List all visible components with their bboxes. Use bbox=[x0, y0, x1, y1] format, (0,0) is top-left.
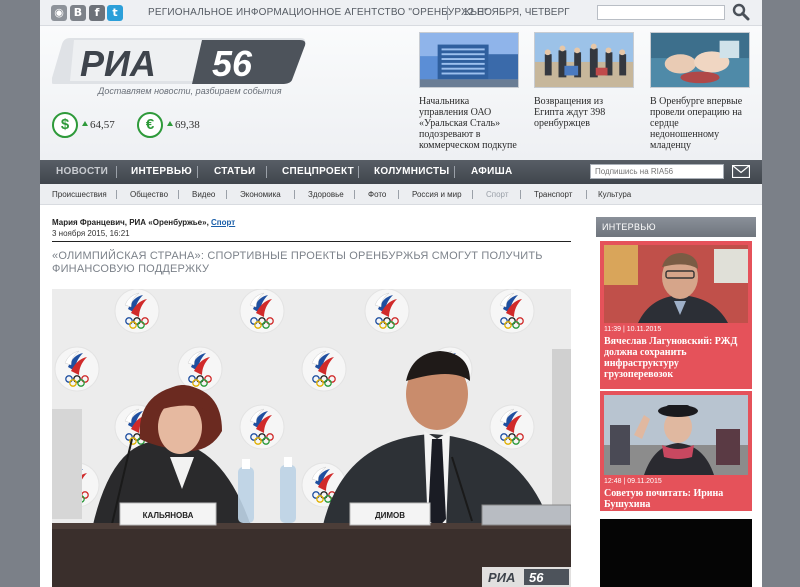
subnav-item-sport[interactable]: Спорт bbox=[486, 190, 509, 199]
eur-value: 69,38 bbox=[175, 119, 200, 131]
article-photo: КАЛЬЯНОВА ДИМОВ РИА 56 bbox=[52, 289, 571, 587]
divider bbox=[586, 190, 587, 199]
author-name: Мария Францевич, РИА «Оренбуржье» bbox=[52, 218, 207, 227]
site-header: РИА 56 Доставляем новости, разбираем соб… bbox=[40, 26, 762, 160]
usd-value: 64,57 bbox=[90, 119, 115, 131]
header-news-item[interactable]: Начальника управления ОАО «Уральская Ста… bbox=[419, 32, 519, 151]
logo-text: РИА bbox=[80, 43, 156, 84]
news-thumbnail[interactable] bbox=[419, 32, 519, 88]
rss-icon[interactable]: ◉ bbox=[51, 5, 67, 21]
interview-photo[interactable] bbox=[604, 395, 748, 475]
news-thumbnail[interactable] bbox=[650, 32, 750, 88]
divider bbox=[116, 190, 117, 199]
divider bbox=[294, 190, 295, 199]
search-icon[interactable] bbox=[732, 3, 750, 21]
facebook-icon[interactable]: f bbox=[89, 5, 105, 21]
interview-card[interactable]: 12:48 | 09.11.2015 Советую почитать: Ири… bbox=[600, 391, 752, 511]
subnav-item-incidents[interactable]: Происшествия bbox=[52, 190, 107, 199]
divider bbox=[520, 190, 521, 199]
news-caption[interactable]: Начальника управления ОАО «Уральская Ста… bbox=[419, 96, 519, 151]
interview-title[interactable]: Вячеслав Лагуновский: РЖД должна сохрани… bbox=[604, 336, 748, 380]
interview-card[interactable]: 11:39 | 10.11.2015 Вячеслав Лагуновский:… bbox=[600, 241, 752, 389]
sidebar-heading-label: ИНТЕРВЬЮ bbox=[602, 222, 656, 232]
ria56-logo[interactable]: РИА 56 bbox=[52, 36, 310, 86]
photo-watermark-text: РИА bbox=[488, 570, 515, 585]
nav-item-articles[interactable]: СТАТЬИ bbox=[214, 166, 255, 177]
tagline: Доставляем новости, разбираем события bbox=[98, 86, 282, 96]
divider bbox=[266, 166, 267, 178]
top-bar: ◉ B f t РЕГИОНАЛЬНОЕ ИНФОРМАЦИОННОЕ АГЕН… bbox=[40, 0, 762, 26]
subscribe-input[interactable] bbox=[590, 164, 724, 179]
article-date: 3 ноября 2015, 16:21 bbox=[52, 229, 130, 238]
search-input[interactable] bbox=[597, 5, 725, 20]
subnav-item-world[interactable]: Россия и мир bbox=[412, 190, 462, 199]
article-author: Мария Францевич, РИА «Оренбуржье», Спорт bbox=[52, 218, 236, 227]
header-news-item[interactable]: Возвращения из Египта ждут 398 оренбуржц… bbox=[534, 32, 634, 129]
divider bbox=[398, 190, 399, 199]
divider bbox=[472, 190, 473, 199]
divider bbox=[354, 190, 355, 199]
subnav-item-economy[interactable]: Экономика bbox=[240, 190, 281, 199]
nav-item-news[interactable]: НОВОСТИ bbox=[56, 166, 108, 177]
dollar-icon: $ bbox=[52, 112, 78, 138]
sidebar-heading[interactable]: ИНТЕРВЬЮ bbox=[596, 217, 756, 237]
divider bbox=[454, 166, 455, 178]
subnav-item-society[interactable]: Общество bbox=[130, 190, 168, 199]
logo-number: 56 bbox=[212, 43, 253, 84]
subnav-item-health[interactable]: Здоровье bbox=[308, 190, 344, 199]
news-caption[interactable]: Возвращения из Египта ждут 398 оренбуржц… bbox=[534, 96, 634, 129]
arrow-up-icon bbox=[82, 121, 88, 126]
main-navigation: НОВОСТИ ИНТЕРВЬЮ СТАТЬИ СПЕЦПРОЕКТ КОЛУМ… bbox=[40, 160, 762, 184]
nameplate-right: ДИМОВ bbox=[375, 511, 405, 520]
section-link[interactable]: Спорт bbox=[211, 218, 235, 227]
video-player[interactable] bbox=[600, 519, 752, 587]
nameplate-left: КАЛЬЯНОВА bbox=[143, 511, 194, 520]
interview-photo[interactable] bbox=[604, 245, 748, 323]
divider bbox=[197, 166, 198, 178]
divider bbox=[447, 6, 448, 20]
interview-title[interactable]: Советую почитать: Ирина Бушухина bbox=[604, 488, 748, 510]
divider bbox=[178, 190, 179, 199]
header-news-item[interactable]: В Оренбурге впервые провели операцию на … bbox=[650, 32, 750, 151]
interview-time: 11:39 | 10.11.2015 bbox=[604, 326, 662, 333]
sidebar: ИНТЕРВЬЮ 11:39 | 10.11.2015 Вячеслав Лаг… bbox=[596, 217, 756, 587]
subnav-item-culture[interactable]: Культура bbox=[598, 190, 631, 199]
euro-icon: € bbox=[137, 112, 163, 138]
twitter-icon[interactable]: t bbox=[107, 5, 123, 21]
nav-item-afisha[interactable]: АФИША bbox=[471, 166, 512, 177]
nav-item-interview[interactable]: ИНТЕРВЬЮ bbox=[131, 166, 192, 177]
section-navigation: Происшествия Общество Видео Экономика Зд… bbox=[40, 184, 762, 205]
divider bbox=[52, 241, 571, 242]
agency-name: РЕГИОНАЛЬНОЕ ИНФОРМАЦИОННОЕ АГЕНТСТВО "О… bbox=[148, 7, 488, 18]
nav-item-columnists[interactable]: КОЛУМНИСТЫ bbox=[374, 166, 449, 177]
subnav-item-video[interactable]: Видео bbox=[192, 190, 215, 199]
arrow-up-icon bbox=[167, 121, 173, 126]
news-caption[interactable]: В Оренбурге впервые провели операцию на … bbox=[650, 96, 750, 151]
divider bbox=[116, 166, 117, 178]
photo-watermark-number: 56 bbox=[529, 570, 544, 585]
divider bbox=[226, 190, 227, 199]
mail-icon[interactable] bbox=[732, 165, 750, 178]
nav-item-special[interactable]: СПЕЦПРОЕКТ bbox=[282, 166, 354, 177]
article-headline: «ОЛИМПИЙСКАЯ СТРАНА»: СПОРТИВНЫЕ ПРОЕКТЫ… bbox=[52, 250, 543, 275]
subnav-item-transport[interactable]: Транспорт bbox=[534, 190, 572, 199]
news-thumbnail[interactable] bbox=[534, 32, 634, 88]
interview-time: 12:48 | 09.11.2015 bbox=[604, 478, 662, 485]
current-date: 12 НОЯБРЯ, ЧЕТВЕРГ bbox=[463, 7, 570, 18]
divider bbox=[358, 166, 359, 178]
page: ◉ B f t РЕГИОНАЛЬНОЕ ИНФОРМАЦИОННОЕ АГЕН… bbox=[40, 0, 762, 587]
subnav-item-photo[interactable]: Фото bbox=[368, 190, 386, 199]
livejournal-icon[interactable]: B bbox=[70, 5, 86, 21]
